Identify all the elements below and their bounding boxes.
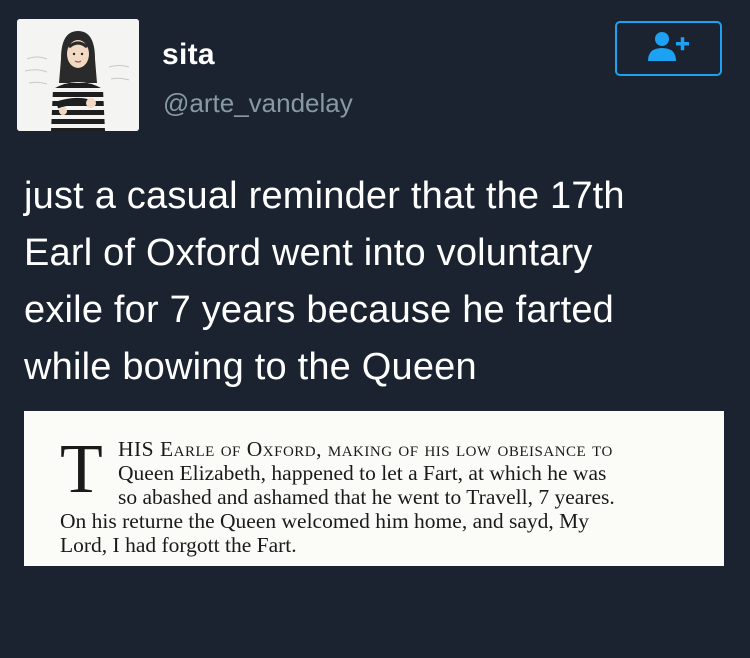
book-line: so abashed and ashamed that he went to T…	[118, 485, 615, 509]
book-excerpt: HIS Earle of Oxford, making of his low o…	[60, 437, 720, 557]
tweet-text-line: while bowing to the Queen	[24, 346, 477, 388]
tweet-text-line: exile for 7 years because he farted	[24, 289, 615, 331]
attached-image[interactable]: T HIS Earle of Oxford, making of his low…	[24, 411, 724, 566]
book-line: On his returne the Queen welcomed him ho…	[60, 509, 590, 533]
add-user-icon	[646, 29, 692, 68]
display-name[interactable]: sita	[162, 38, 215, 72]
user-handle[interactable]: @arte_vandelay	[163, 88, 353, 119]
book-line: HIS Earle of Oxford, making of his low o…	[118, 437, 613, 461]
book-line: Queen Elizabeth, happened to let a Fart,…	[118, 461, 607, 485]
tweet-text: just a casual reminder that the 17th Ear…	[24, 168, 724, 396]
tweet-text-line: Earl of Oxford went into voluntary	[24, 232, 593, 274]
tweet-text-line: just a casual reminder that the 17th	[24, 175, 625, 217]
avatar[interactable]	[17, 19, 139, 131]
bottom-area	[0, 566, 750, 658]
follow-button[interactable]	[615, 21, 722, 76]
book-line: Lord, I had forgott the Fart.	[60, 533, 297, 557]
